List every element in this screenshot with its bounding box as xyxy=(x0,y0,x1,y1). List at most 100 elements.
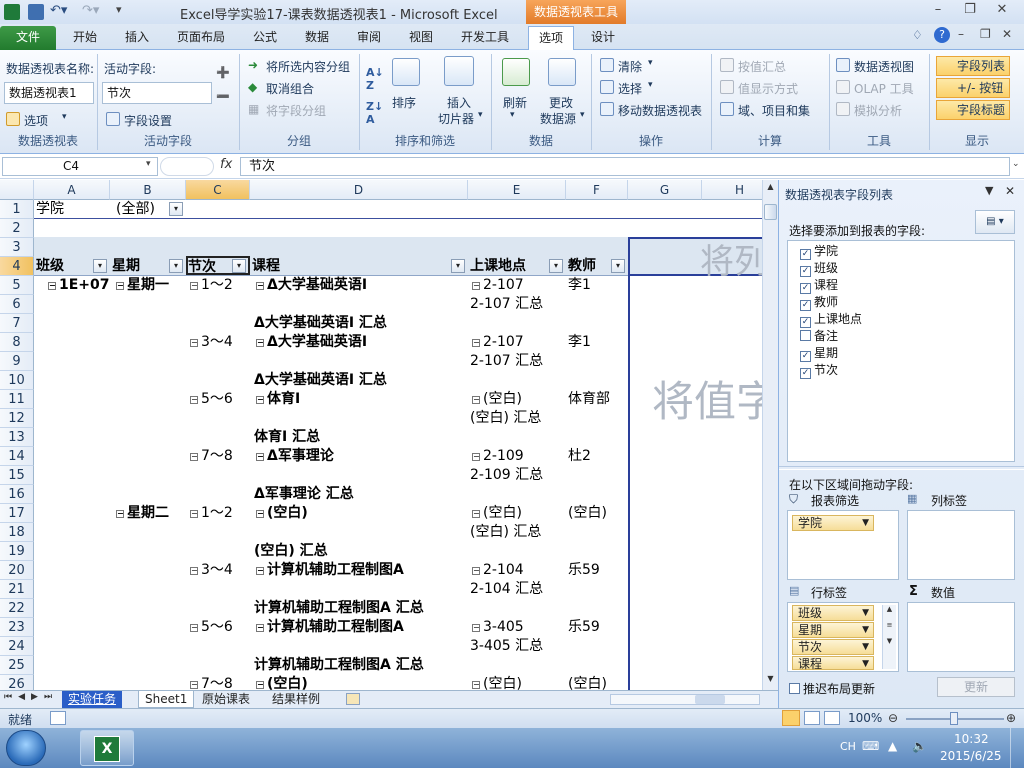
row-header[interactable]: 14 xyxy=(0,447,34,466)
collapse-icon[interactable]: − xyxy=(190,282,198,290)
field-item[interactable]: ✓ 上课地点 xyxy=(800,311,862,328)
pivot-item-period[interactable]: −7～8 xyxy=(190,447,233,466)
select-dropdown-icon[interactable]: ▾ xyxy=(648,80,653,90)
field-headers-button[interactable]: 字段标题 xyxy=(936,100,1010,120)
sort-za-icon[interactable]: Z↓ A xyxy=(366,100,383,126)
row-header[interactable]: 3 xyxy=(0,238,34,257)
page-break-view-icon[interactable] xyxy=(824,711,840,725)
insert-slicer-line1[interactable]: 插入 xyxy=(447,94,471,111)
collapse-icon[interactable]: − xyxy=(256,510,264,518)
course-subtotal[interactable]: 计算机辅助工程制图A 汇总 xyxy=(254,656,424,675)
hscroll-thumb[interactable] xyxy=(695,695,725,704)
change-source-line2[interactable]: 数据源 xyxy=(540,110,576,127)
filter-dropdown-icon[interactable]: ▾ xyxy=(232,259,246,273)
move-pivot-button[interactable]: 移动数据透视表 xyxy=(618,102,702,119)
minimize-icon[interactable]: – xyxy=(926,2,950,20)
collapse-field-icon[interactable]: ➖ xyxy=(216,90,230,103)
name-box[interactable]: C4 xyxy=(2,157,158,176)
filter-dropdown-icon[interactable]: ▾ xyxy=(611,259,625,273)
collapse-icon[interactable]: − xyxy=(472,510,480,518)
column-labels-zone[interactable] xyxy=(907,510,1015,580)
pivot-item-period[interactable]: −1～2 xyxy=(190,276,233,295)
pane-close-icon[interactable]: ✕ xyxy=(1005,184,1015,198)
row-labels-zone[interactable]: 班级 ▼ 星期 ▼ 节次 ▼ 课程 ▼ ▲ ≡ ▼ xyxy=(787,602,899,672)
row-header[interactable]: 25 xyxy=(0,656,34,675)
volume-icon[interactable]: 🔈 xyxy=(912,739,927,753)
col-header-g[interactable]: G xyxy=(628,180,702,200)
plus-minus-button[interactable]: +/- 按钮 xyxy=(936,78,1010,98)
course-subtotal[interactable]: 体育Ⅰ 汇总 xyxy=(254,428,320,447)
row-header[interactable]: 17 xyxy=(0,504,34,523)
collapse-icon[interactable]: − xyxy=(190,681,198,689)
fields-items-button[interactable]: 域、项目和集 xyxy=(738,102,810,119)
tab-developer[interactable]: 开发工具 xyxy=(450,26,520,50)
formula-input[interactable]: 节次 xyxy=(240,157,1010,176)
row-header[interactable]: 18 xyxy=(0,523,34,542)
start-button-icon[interactable] xyxy=(6,730,46,766)
active-field-input[interactable]: 节次 xyxy=(102,82,212,104)
tab-view[interactable]: 视图 xyxy=(400,26,442,50)
pivot-item-room[interactable]: −2-109 xyxy=(472,447,524,466)
pivot-item-period[interactable]: −7～8 xyxy=(190,675,233,690)
zone-field-dropdown-icon[interactable]: ▼ xyxy=(862,623,869,637)
filter-dropdown-icon[interactable]: ▾ xyxy=(169,259,183,273)
filter-dropdown-icon[interactable]: ▾ xyxy=(169,202,183,216)
collapse-icon[interactable]: − xyxy=(472,453,480,461)
pivot-item-room[interactable]: − (空白) xyxy=(472,504,522,523)
collapse-icon[interactable]: − xyxy=(472,624,480,632)
language-indicator[interactable]: CH xyxy=(840,740,856,753)
sheet-tab-sample[interactable]: 结果样例 xyxy=(266,691,326,708)
row-header[interactable]: 9 xyxy=(0,352,34,371)
zone-field-dropdown-icon[interactable]: ▼ xyxy=(862,640,869,654)
collapse-icon[interactable]: − xyxy=(472,681,480,689)
collapse-icon[interactable]: − xyxy=(190,396,198,404)
group-field-button[interactable]: 将字段分组 xyxy=(266,102,326,119)
tray-expand-icon[interactable]: ▲ xyxy=(888,739,897,753)
tab-insert[interactable]: 插入 xyxy=(114,26,160,50)
tab-data[interactable]: 数据 xyxy=(296,26,338,50)
pivot-item-course[interactable]: − Δ大学基础英语Ⅰ xyxy=(256,276,367,295)
zoom-slider-thumb[interactable] xyxy=(950,712,958,725)
collapse-icon[interactable]: − xyxy=(190,453,198,461)
taskbar-excel-button[interactable]: X xyxy=(80,730,134,766)
pivot-item-period[interactable]: −5～6 xyxy=(190,618,233,637)
zone-field-weekday[interactable]: 星期 ▼ xyxy=(792,622,874,638)
row-header[interactable]: 13 xyxy=(0,428,34,447)
zone-field-dropdown-icon[interactable]: ▼ xyxy=(862,516,869,530)
pane-options-dropdown-icon[interactable]: ▼ xyxy=(985,184,993,197)
course-subtotal[interactable]: Δ军事理论 汇总 xyxy=(254,485,354,504)
zone-field-period[interactable]: 节次 ▼ xyxy=(792,639,874,655)
pivot-item-teacher[interactable]: 乐59 xyxy=(568,561,600,580)
room-subtotal[interactable]: 2-109 汇总 xyxy=(470,466,543,485)
save-icon[interactable] xyxy=(28,4,44,20)
redo-icon[interactable]: ↷▾ xyxy=(82,3,99,18)
undo-icon[interactable]: ↶▾ xyxy=(50,3,67,18)
collapse-icon[interactable]: − xyxy=(256,453,264,461)
collapse-icon[interactable]: − xyxy=(256,624,264,632)
pivot-item-room[interactable]: − (空白) xyxy=(472,390,522,409)
row-header[interactable]: 1 xyxy=(0,200,34,219)
zone-field-class[interactable]: 班级 ▼ xyxy=(792,605,874,621)
field-item[interactable]: ✓ 教师 xyxy=(800,294,838,311)
zone-scrollbar[interactable]: ▲ ≡ ▼ xyxy=(882,605,896,669)
slicer-dropdown-icon[interactable]: ▾ xyxy=(478,110,483,120)
collapse-icon[interactable]: − xyxy=(256,396,264,404)
filter-dropdown-icon[interactable]: ▾ xyxy=(451,259,465,273)
pivot-item-class[interactable]: −1E+07 xyxy=(48,276,110,295)
tab-home[interactable]: 开始 xyxy=(62,26,108,50)
pivot-item-course[interactable]: − (空白) xyxy=(256,675,308,690)
pivot-header-room[interactable]: 上课地点 ▾ xyxy=(470,257,566,276)
checkbox-unchecked-icon[interactable] xyxy=(789,683,800,694)
col-header-a[interactable]: A xyxy=(34,180,110,200)
filter-dropdown-icon[interactable]: ▾ xyxy=(549,259,563,273)
options-button[interactable]: 选项 xyxy=(24,112,48,129)
pivot-item-course[interactable]: − Δ大学基础英语Ⅰ xyxy=(256,333,367,352)
col-header-c[interactable]: C xyxy=(186,180,250,200)
select-all-corner[interactable] xyxy=(0,180,34,200)
change-source-dropdown-icon[interactable]: ▾ xyxy=(580,110,585,120)
checkbox-checked-icon[interactable]: ✓ xyxy=(800,249,811,260)
zone-field-dropdown-icon[interactable]: ▼ xyxy=(862,657,869,671)
fx-icon[interactable]: fx xyxy=(220,157,232,172)
sheet-nav-icon[interactable]: ⏮◀▶⏭ xyxy=(4,692,58,702)
field-list-button[interactable]: 字段列表 xyxy=(936,56,1010,76)
